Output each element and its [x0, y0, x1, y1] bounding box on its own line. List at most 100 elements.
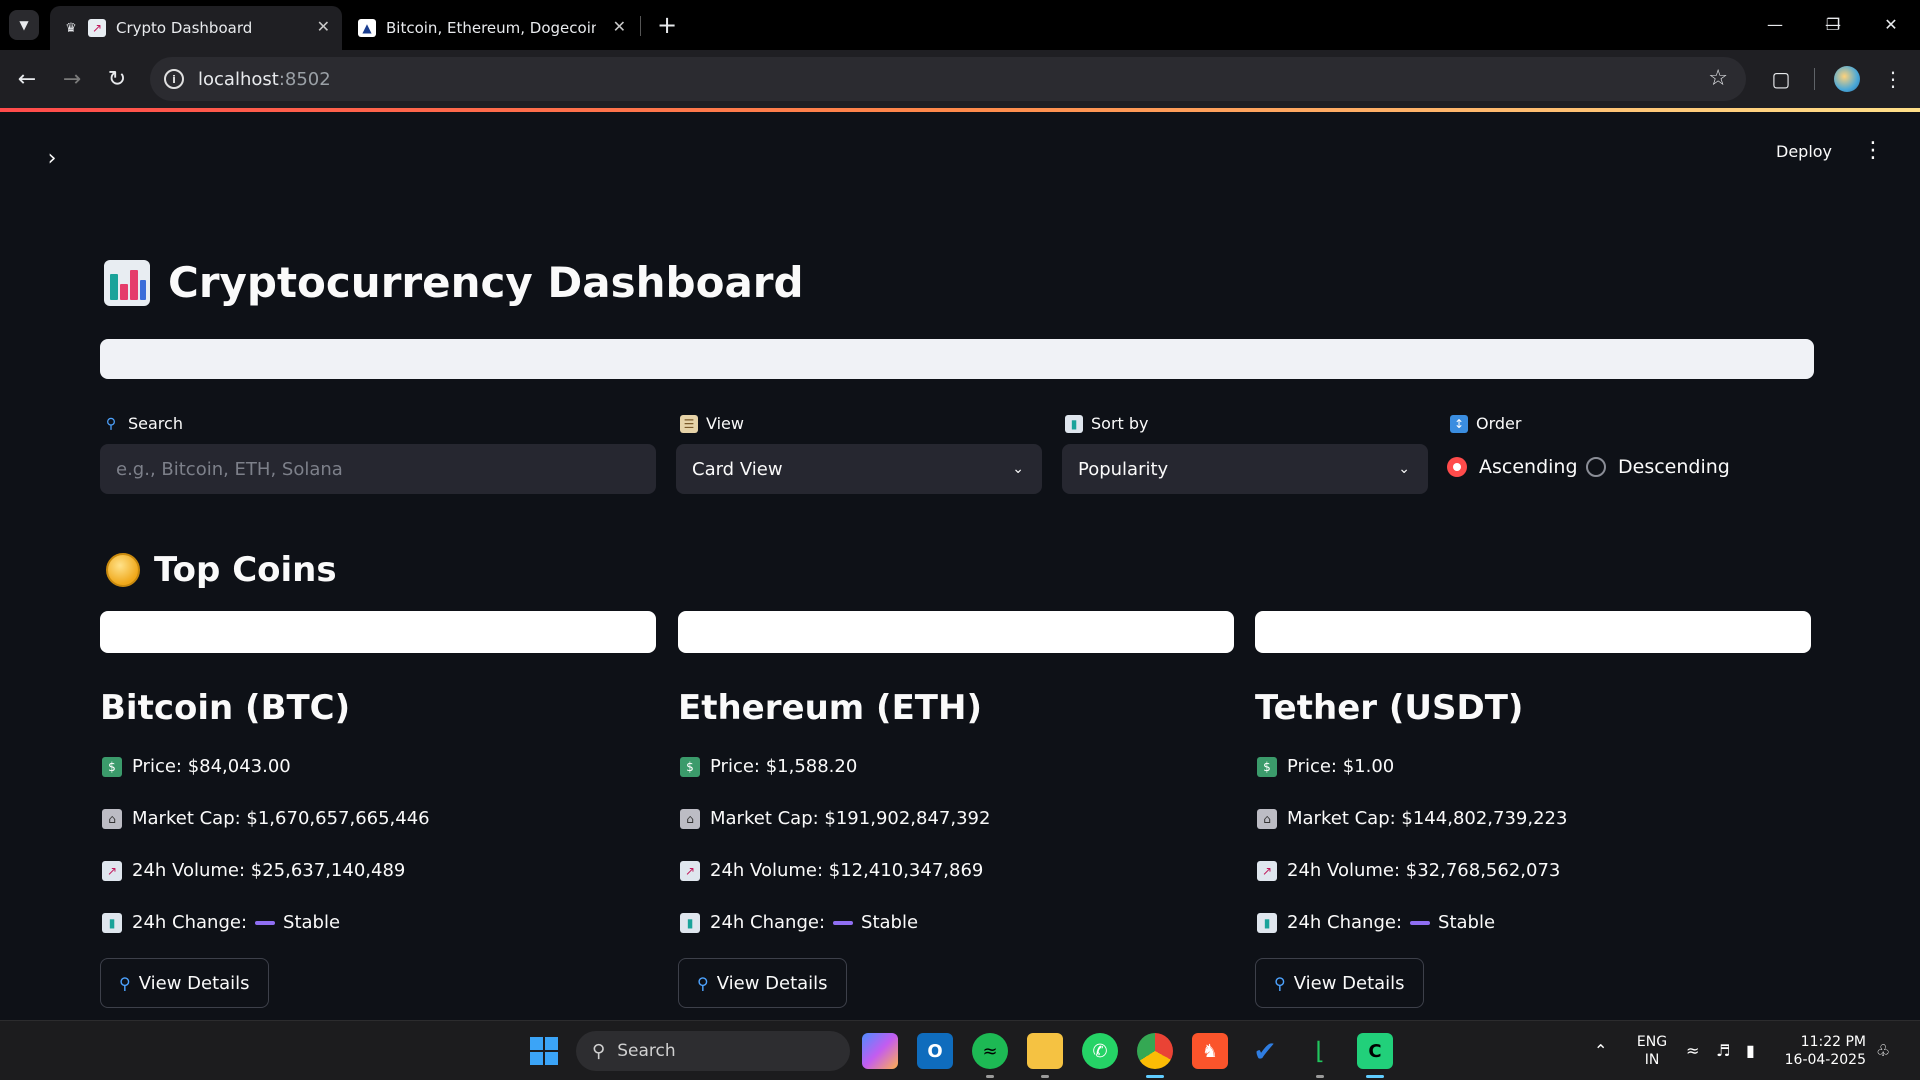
file-explorer-icon[interactable] — [1027, 1033, 1063, 1069]
chevron-down-icon: ▼ — [19, 18, 29, 32]
coin-market-cap: ⌂ Market Cap: $1,670,657,665,446 — [102, 808, 430, 829]
bar-chart-icon: ▮ — [102, 912, 122, 933]
browser-menu-icon[interactable]: ⋮ — [1878, 64, 1908, 94]
up-down-arrow-icon: ↕ — [1450, 414, 1468, 433]
main-menu-icon[interactable]: ⋮ — [1862, 138, 1884, 163]
search-input[interactable]: e.g., Bitcoin, ETH, Solana — [100, 444, 656, 494]
section-title: Top Coins — [106, 550, 337, 590]
order-label: ↕ Order — [1450, 414, 1521, 433]
url-text: localhost:8502 — [198, 68, 331, 90]
windows-taskbar: ⚲ Search O ≈ ✆ ♞ ✔ ⌊ C ⌃ ENG IN ≈ ♬ ▮ 11… — [0, 1020, 1920, 1080]
site-favicon-icon: ▲ — [358, 19, 376, 37]
browser-toolbar: ← → ↻ i localhost:8502 ☆ ▢ ⋮ — [0, 50, 1920, 108]
bank-icon: ⌂ — [102, 808, 122, 829]
crown-icon: ♛ — [65, 20, 77, 36]
address-bar[interactable]: i localhost:8502 ☆ — [150, 57, 1746, 101]
wifi-icon[interactable]: ≈ — [1686, 1041, 1699, 1060]
terminal-app-icon[interactable]: ⌊ — [1302, 1033, 1338, 1069]
bank-icon: ⌂ — [680, 808, 700, 829]
clock[interactable]: 11:22 PM 16-04-2025 — [1776, 1033, 1866, 1069]
extensions-puzzle-icon[interactable]: ▢ — [1766, 64, 1796, 94]
minimize-window-button[interactable]: — — [1752, 8, 1798, 40]
browser-tab-bar: ▼ ♛ ↗ Crypto Dashboard ✕ ▲ Bitcoin, Ethe… — [0, 0, 1920, 50]
running-indicator-active — [1366, 1075, 1384, 1078]
restore-window-button[interactable]: ❐ — [1810, 8, 1856, 40]
brave-icon[interactable]: ♞ — [1192, 1033, 1228, 1069]
running-indicator — [1316, 1075, 1324, 1078]
chevron-down-icon: ⌄ — [1012, 461, 1024, 477]
radio-selected-icon — [1447, 457, 1467, 477]
bar-chart-icon: ▮ — [1257, 912, 1277, 933]
coin-change: ▮ 24h Change: Stable — [102, 912, 340, 933]
search-placeholder: e.g., Bitcoin, ETH, Solana — [116, 458, 343, 480]
sort-select[interactable]: Popularity ⌄ — [1062, 444, 1428, 494]
copilot-icon[interactable] — [862, 1033, 898, 1069]
trend-up-icon: ↗ — [102, 860, 122, 881]
running-indicator — [1041, 1075, 1049, 1078]
coin-card-banner — [1255, 611, 1811, 653]
todo-check-icon[interactable]: ✔ — [1247, 1033, 1283, 1069]
close-window-button[interactable]: ✕ — [1868, 8, 1914, 40]
show-hidden-icons-chevron-icon[interactable]: ⌃ — [1594, 1041, 1607, 1060]
clipboard-icon: ☰ — [680, 414, 698, 433]
chrome-icon[interactable] — [1137, 1033, 1173, 1069]
back-arrow-icon[interactable]: ← — [12, 64, 42, 94]
view-details-button[interactable]: ⚲ View Details — [678, 958, 847, 1008]
editor-app-icon[interactable]: C — [1357, 1033, 1393, 1069]
view-details-button[interactable]: ⚲ View Details — [1255, 958, 1424, 1008]
stable-dash-icon — [255, 920, 276, 925]
chevron-right-icon[interactable]: › — [40, 146, 64, 171]
close-tab-icon[interactable]: ✕ — [317, 17, 330, 36]
radio-unselected-icon — [1586, 457, 1606, 477]
coin-name: Ethereum (ETH) — [678, 688, 982, 728]
page-title: Cryptocurrency Dashboard — [104, 258, 804, 307]
coin-change: ▮ 24h Change: Stable — [1257, 912, 1495, 933]
bar-chart-icon: ▮ — [1065, 414, 1083, 433]
view-label: ☰ View — [680, 414, 744, 433]
stable-dash-icon — [1410, 920, 1431, 925]
magnifier-icon: ⚲ — [119, 973, 131, 993]
magnifier-icon: ⚲ — [1274, 973, 1286, 993]
view-select[interactable]: Card View ⌄ — [676, 444, 1042, 494]
stable-dash-icon — [833, 920, 854, 925]
toolbar-divider — [1814, 68, 1815, 90]
header-banner — [100, 339, 1814, 379]
chart-favicon-icon: ↗ — [88, 19, 106, 37]
profile-avatar[interactable] — [1834, 66, 1860, 92]
outlook-icon[interactable]: O — [917, 1033, 953, 1069]
new-tab-button[interactable]: + — [652, 10, 682, 40]
site-info-icon[interactable]: i — [164, 69, 184, 89]
running-indicator-active — [1146, 1075, 1164, 1078]
tab-search-button[interactable]: ▼ — [9, 10, 39, 40]
tab-crypto-dashboard[interactable]: ♛ ↗ Crypto Dashboard ✕ — [50, 6, 342, 50]
deploy-button[interactable]: Deploy — [1776, 142, 1832, 161]
language-indicator[interactable]: ENG IN — [1634, 1033, 1670, 1069]
forward-arrow-icon[interactable]: → — [57, 64, 87, 94]
tab-divider — [640, 16, 641, 36]
taskbar-search-box[interactable]: ⚲ Search — [576, 1031, 850, 1071]
whatsapp-icon[interactable]: ✆ — [1082, 1033, 1118, 1069]
order-ascending-radio[interactable]: Ascending — [1447, 456, 1578, 478]
close-tab-icon[interactable]: ✕ — [613, 17, 626, 36]
volume-icon[interactable]: ♬ — [1716, 1041, 1730, 1060]
coin-price: $ Price: $84,043.00 — [102, 756, 291, 777]
reload-icon[interactable]: ↻ — [102, 64, 132, 94]
bank-icon: ⌂ — [1257, 808, 1277, 829]
trend-up-icon: ↗ — [680, 860, 700, 881]
coin-market-cap: ⌂ Market Cap: $191,902,847,392 — [680, 808, 990, 829]
spotify-icon[interactable]: ≈ — [972, 1033, 1008, 1069]
trend-up-icon: ↗ — [1257, 860, 1277, 881]
order-descending-radio[interactable]: Descending — [1586, 456, 1730, 478]
coin-price: $ Price: $1,588.20 — [680, 756, 857, 777]
coin-name: Bitcoin (BTC) — [100, 688, 351, 728]
battery-icon[interactable]: ▮ — [1746, 1041, 1755, 1060]
bookmark-star-icon[interactable]: ☆ — [1708, 66, 1728, 91]
coin-market-cap: ⌂ Market Cap: $144,802,739,223 — [1257, 808, 1567, 829]
coin-change: ▮ 24h Change: Stable — [680, 912, 918, 933]
windows-start-icon[interactable] — [526, 1033, 562, 1069]
tab-bitcoin-ethereum[interactable]: ▲ Bitcoin, Ethereum, Dogecoin M ✕ — [344, 6, 638, 50]
view-details-button[interactable]: ⚲ View Details — [100, 958, 269, 1008]
chevron-down-icon: ⌄ — [1398, 461, 1410, 477]
notification-bell-icon[interactable]: ♧ — [1876, 1041, 1890, 1060]
bar-chart-icon — [104, 259, 150, 306]
